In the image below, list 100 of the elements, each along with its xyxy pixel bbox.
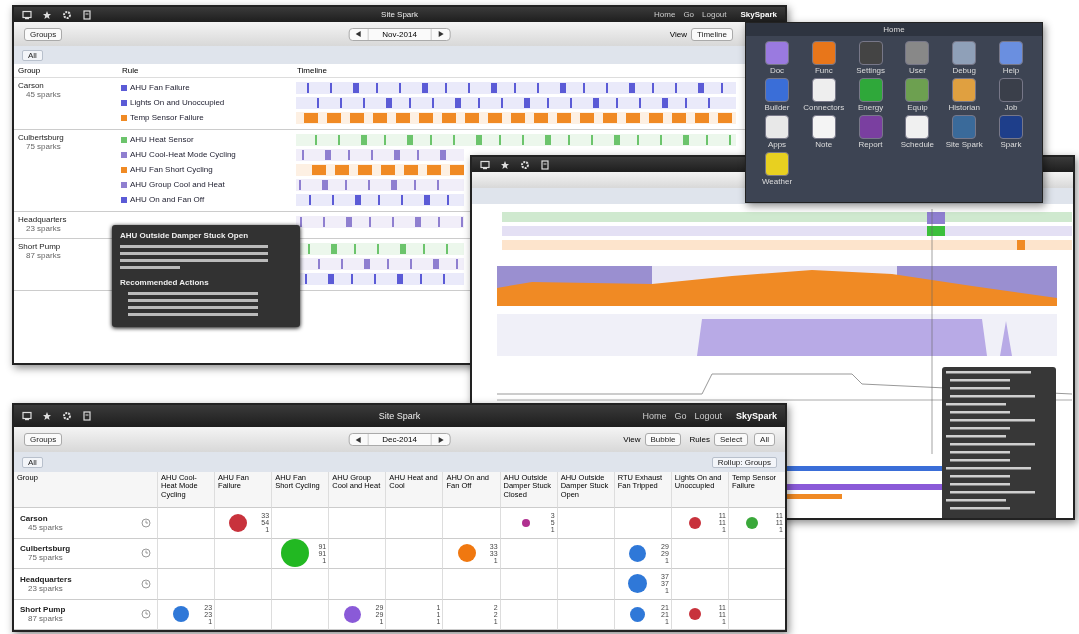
rule-name[interactable]: Lights On and Unoccupied bbox=[130, 98, 296, 107]
rules-button[interactable]: All bbox=[754, 433, 775, 446]
app-label[interactable]: Spark bbox=[1000, 140, 1022, 149]
app-label[interactable]: Historian bbox=[948, 103, 980, 112]
group-name[interactable]: Culbertsburg bbox=[20, 544, 71, 554]
right-arrow-icon[interactable] bbox=[436, 30, 445, 38]
table-cell bbox=[727, 569, 785, 600]
app-label[interactable]: Apps bbox=[767, 140, 787, 149]
rule-name[interactable]: Temp Sensor Failure bbox=[130, 113, 296, 122]
rule-name[interactable]: AHU Heat Sensor bbox=[130, 135, 296, 144]
app-icon[interactable] bbox=[952, 41, 977, 65]
monitor-icon[interactable] bbox=[22, 411, 32, 421]
clock-icon[interactable] bbox=[141, 517, 151, 528]
bubble[interactable] bbox=[629, 544, 647, 562]
bubble[interactable] bbox=[689, 516, 702, 529]
app-icon[interactable] bbox=[765, 152, 789, 176]
app-label[interactable]: Connectors bbox=[803, 103, 845, 112]
clock-icon[interactable] bbox=[141, 578, 151, 589]
nav-link[interactable]: Logout bbox=[702, 10, 727, 19]
app-label[interactable]: Debug bbox=[952, 66, 976, 75]
group-count: 87 sparks bbox=[27, 614, 64, 624]
group-name[interactable]: Culbertsburg bbox=[18, 133, 118, 142]
group-name[interactable]: Carson bbox=[20, 513, 63, 523]
clock-icon[interactable] bbox=[141, 548, 151, 559]
star-icon[interactable] bbox=[500, 159, 510, 170]
gear-icon[interactable] bbox=[62, 411, 72, 421]
bubble[interactable] bbox=[457, 544, 476, 563]
nav-link[interactable]: Home bbox=[642, 411, 667, 421]
gear-icon[interactable] bbox=[62, 9, 72, 20]
bubble[interactable] bbox=[628, 574, 648, 594]
app-label[interactable]: Func bbox=[814, 66, 833, 75]
app-label[interactable]: Report bbox=[858, 140, 883, 149]
window-title: Site Spark bbox=[381, 10, 418, 19]
app-label[interactable]: User bbox=[908, 66, 926, 75]
window-title: Home bbox=[746, 23, 1042, 36]
app-label[interactable]: Doc bbox=[769, 66, 785, 75]
app-label[interactable]: Settings bbox=[856, 66, 886, 75]
rule-name[interactable]: AHU Fan Failure bbox=[130, 83, 296, 92]
app-label[interactable]: Energy bbox=[857, 103, 884, 112]
app-label[interactable]: Help bbox=[1002, 66, 1020, 75]
group-name[interactable]: Carson bbox=[18, 81, 118, 90]
view-button[interactable]: Timeline bbox=[691, 27, 733, 41]
bubble[interactable] bbox=[746, 516, 759, 529]
filter-chip[interactable]: All bbox=[22, 456, 43, 468]
document-icon[interactable] bbox=[540, 159, 550, 170]
group-count: 45 sparks bbox=[25, 90, 62, 99]
app-label[interactable]: Schedule bbox=[900, 140, 935, 149]
bubble[interactable] bbox=[173, 606, 190, 623]
bubble[interactable] bbox=[630, 606, 646, 622]
app-label[interactable]: Weather bbox=[761, 177, 793, 186]
column-header: Timeline bbox=[297, 66, 328, 75]
bubble[interactable] bbox=[689, 608, 702, 621]
rule-name[interactable]: AHU Cool-Heat Mode Cycling bbox=[130, 150, 296, 159]
monitor-icon[interactable] bbox=[22, 9, 32, 20]
rules-button[interactable]: Select bbox=[713, 433, 749, 446]
groups-button[interactable]: Groups bbox=[24, 27, 63, 41]
nav-link[interactable]: Go bbox=[683, 10, 695, 19]
app-icon[interactable] bbox=[905, 115, 930, 139]
app-icon[interactable] bbox=[811, 78, 836, 102]
rule-name[interactable]: AHU Group Cool and Heat bbox=[130, 180, 296, 189]
bubble[interactable] bbox=[281, 539, 310, 568]
monitor-icon[interactable] bbox=[480, 159, 490, 170]
document-icon[interactable] bbox=[82, 9, 92, 20]
nav-link[interactable]: Home bbox=[654, 10, 676, 19]
clock-icon[interactable] bbox=[141, 609, 151, 620]
app-icon[interactable] bbox=[765, 115, 789, 139]
right-arrow-icon[interactable] bbox=[436, 435, 445, 444]
gear-icon[interactable] bbox=[520, 159, 530, 170]
group-name[interactable]: Headquarters bbox=[20, 574, 72, 584]
window-title: Site Spark bbox=[378, 411, 421, 421]
brand-label: SkySpark bbox=[740, 10, 777, 19]
star-icon[interactable] bbox=[42, 9, 52, 20]
bubble[interactable] bbox=[343, 605, 361, 623]
rule-color-marker bbox=[121, 84, 127, 91]
document-icon[interactable] bbox=[82, 411, 92, 421]
app-label[interactable]: Equip bbox=[907, 103, 928, 112]
tooltip-title: AHU Outside Damper Stuck Open bbox=[120, 231, 250, 240]
event-block bbox=[1017, 240, 1025, 250]
app-label[interactable]: Note bbox=[815, 140, 833, 149]
bubble[interactable] bbox=[521, 518, 530, 527]
rule-name[interactable]: AHU On and Fan Off bbox=[130, 195, 296, 204]
view-button[interactable]: Bubble bbox=[644, 433, 682, 446]
app-icon[interactable] bbox=[952, 78, 977, 102]
nav-link[interactable]: Logout bbox=[694, 411, 722, 421]
filter-chip[interactable]: All bbox=[22, 49, 43, 61]
group-name[interactable]: Short Pump bbox=[20, 605, 66, 615]
app-icon[interactable] bbox=[811, 115, 836, 139]
group-name[interactable]: Headquarters bbox=[18, 215, 118, 224]
app-label[interactable]: Job bbox=[1004, 103, 1018, 112]
app-label[interactable]: Site Spark bbox=[945, 140, 983, 149]
left-arrow-icon[interactable] bbox=[354, 435, 363, 444]
left-arrow-icon[interactable] bbox=[354, 30, 363, 38]
app-label[interactable]: Builder bbox=[764, 103, 790, 112]
rule-name[interactable]: AHU Fan Short Cycling bbox=[130, 165, 296, 174]
rollup-button[interactable]: Rollup: Groups bbox=[711, 456, 777, 468]
star-icon[interactable] bbox=[42, 411, 52, 421]
groups-button[interactable]: Groups bbox=[24, 433, 63, 446]
rule-color-marker bbox=[121, 99, 127, 106]
bubble[interactable] bbox=[229, 513, 248, 532]
nav-link[interactable]: Go bbox=[674, 411, 687, 421]
